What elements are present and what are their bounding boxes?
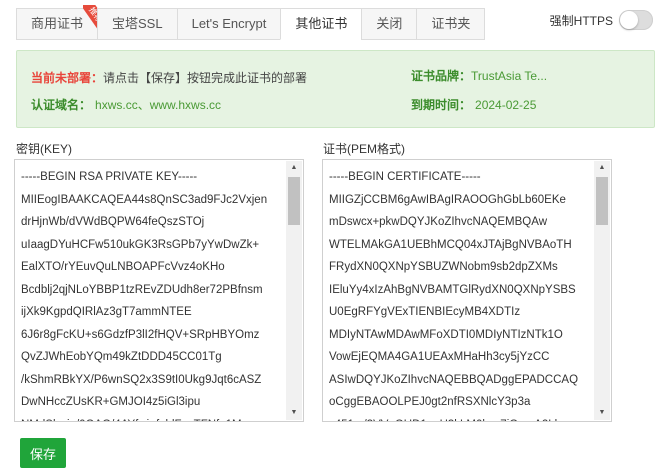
toggle-knob: [620, 11, 638, 29]
text-line: uIaagDYuHCFw510ukGK3RsGPb7yYwDwZk+: [21, 238, 260, 251]
deploy-status-value: 请点击【保存】按钮完成此证书的部署: [103, 71, 308, 85]
text-line: ASIwDQYJKoZIhvcNAQEBBQADggEPADCCAQ: [329, 373, 579, 386]
text-line: 6J6r8gFcKU+s6GdzfP3lI2fHQV+SRpHBYOmz: [21, 328, 260, 341]
text-line: MIIEogIBAAKCAQEA44s8QnSC3ad9FJc2Vxjen: [21, 193, 268, 206]
text-line: Bcdblj2qjNLoYBBP1tzREvZDUdh8er72PBfnsm: [21, 283, 263, 296]
key-scrollbar[interactable]: ▲ ▼: [286, 161, 302, 420]
tab-label: 其他证书: [295, 16, 348, 31]
expire-value: 2024-02-25: [475, 98, 537, 112]
text-line: drHjnWb/dVWdBQPW64feQszSTOj: [21, 216, 205, 228]
scroll-up-icon[interactable]: ▲: [286, 161, 302, 175]
scroll-down-icon[interactable]: ▼: [594, 406, 610, 420]
text-line: MDIyNTAwMDAwMFoXDTI0MDIyNTIzNTk1O: [329, 328, 563, 341]
force-https-toggle[interactable]: [619, 10, 653, 30]
tab-baota-ssl[interactable]: 宝塔SSL: [97, 8, 177, 40]
tab-label: 证书夹: [431, 16, 471, 31]
scroll-thumb[interactable]: [288, 177, 300, 225]
text-line: IEluYy4xIzAhBgNVBAMTGlRydXN0QXNpYSBS: [329, 283, 576, 296]
text-line: QvZJWhEobYQm49kZtDDD45CC01Tg: [21, 351, 222, 363]
text-line: EalXTO/rYEuvQuLNBOAPFcVvz4oKHo: [21, 261, 225, 273]
private-key-textarea[interactable]: -----BEGIN RSA PRIVATE KEY----- MIIEogIBA…: [14, 159, 304, 422]
tab-label: Let's Encrypt: [191, 16, 267, 31]
text-line: mDswcx+pkwDQYJKoZIhvcNAQEMBQAw: [329, 216, 548, 228]
expire-label: 到期时间：: [411, 98, 472, 112]
text-line: WTELMAkGA1UEBhMCQ04xJTAjBgNVBAoTH: [329, 238, 572, 251]
tab-label: 宝塔SSL: [112, 16, 163, 31]
text-line: DwNHccZUsKR+GMJOI4z5iGl3ipu: [21, 396, 201, 408]
tab-label: 关闭: [376, 16, 403, 31]
text-line: MIIGZjCCBM6gAwIBAgIRAOOGhGbLb60EKe: [329, 193, 566, 206]
tab-cert-folder[interactable]: 证书夹: [416, 8, 486, 40]
domain-label: 认证域名：: [31, 98, 92, 112]
certificate-content: -----BEGIN CERTIFICATE----- MIIGZjCCBM6gA…: [329, 166, 591, 422]
text-line: NMdSlzvin/0GAG/4AYfwi+foldFqzTFNfe1Mw: [21, 414, 283, 422]
tab-other-cert[interactable]: 其他证书: [280, 8, 362, 40]
text-line: U0EgRFYgVExTIENBIEcyMB4XDTIz: [329, 306, 521, 318]
deploy-status-label: 当前未部署：: [31, 71, 104, 85]
save-button[interactable]: 保存: [20, 438, 66, 468]
cert-info-panel: 当前未部署：请点击【保存】按钮完成此证书的部署 证书品牌：TrustAsia T…: [16, 50, 655, 128]
certificate-textarea[interactable]: -----BEGIN CERTIFICATE----- MIIGZjCCBM6gA…: [322, 159, 612, 422]
cert-brand-value: TrustAsia Te...: [471, 69, 548, 83]
scroll-down-icon[interactable]: ▼: [286, 406, 302, 420]
domain-value: hxws.cc、www.hxws.cc: [95, 98, 222, 112]
scroll-thumb[interactable]: [596, 177, 608, 225]
tab-lets-encrypt[interactable]: Let's Encrypt: [176, 8, 281, 40]
tab-close[interactable]: 关闭: [361, 8, 417, 40]
text-line: FRydXN0QXNpYSBUZWNobm9sb2dpZXMs: [329, 261, 558, 273]
key-field-label: 密钥(KEY): [16, 142, 73, 156]
tab-label: 商用证书: [31, 16, 84, 31]
text-line: x451m/3VVnOUD1uuH3kLM0kzo7iGmoA2Lh: [329, 414, 591, 422]
tab-commercial-cert[interactable]: 商用证书 推荐: [16, 5, 106, 40]
scroll-up-icon[interactable]: ▲: [594, 161, 610, 175]
text-line: -----BEGIN RSA PRIVATE KEY-----: [21, 171, 198, 183]
private-key-content: -----BEGIN RSA PRIVATE KEY----- MIIEogIBA…: [21, 166, 283, 422]
text-line: ijXk9KgpdQIRlAz3gT7ammNTEE: [21, 306, 192, 318]
text-line: -----BEGIN CERTIFICATE-----: [329, 171, 481, 183]
cert-brand-label: 证书品牌：: [411, 69, 472, 83]
text-line: oCggEBAOOLPEJ0gt2nfRSXNlcY3p3a: [329, 396, 531, 408]
text-line: /kShmRBkYX/P6wnSQ2x3S9tI0Ukg9Jqt6cASZ: [21, 373, 262, 386]
force-https-label: 强制HTTPS: [549, 13, 613, 28]
cert-field-label: 证书(PEM格式): [323, 142, 405, 156]
tab-bar: 商用证书 推荐 宝塔SSL Let's Encrypt 其他证书 关闭 证书夹: [16, 5, 486, 40]
cert-scrollbar[interactable]: ▲ ▼: [594, 161, 610, 420]
force-https-control: 强制HTTPS: [550, 10, 653, 30]
text-line: VowEjEQMA4GA1UEAxMHaHh3cy5jYzCC: [329, 351, 550, 363]
